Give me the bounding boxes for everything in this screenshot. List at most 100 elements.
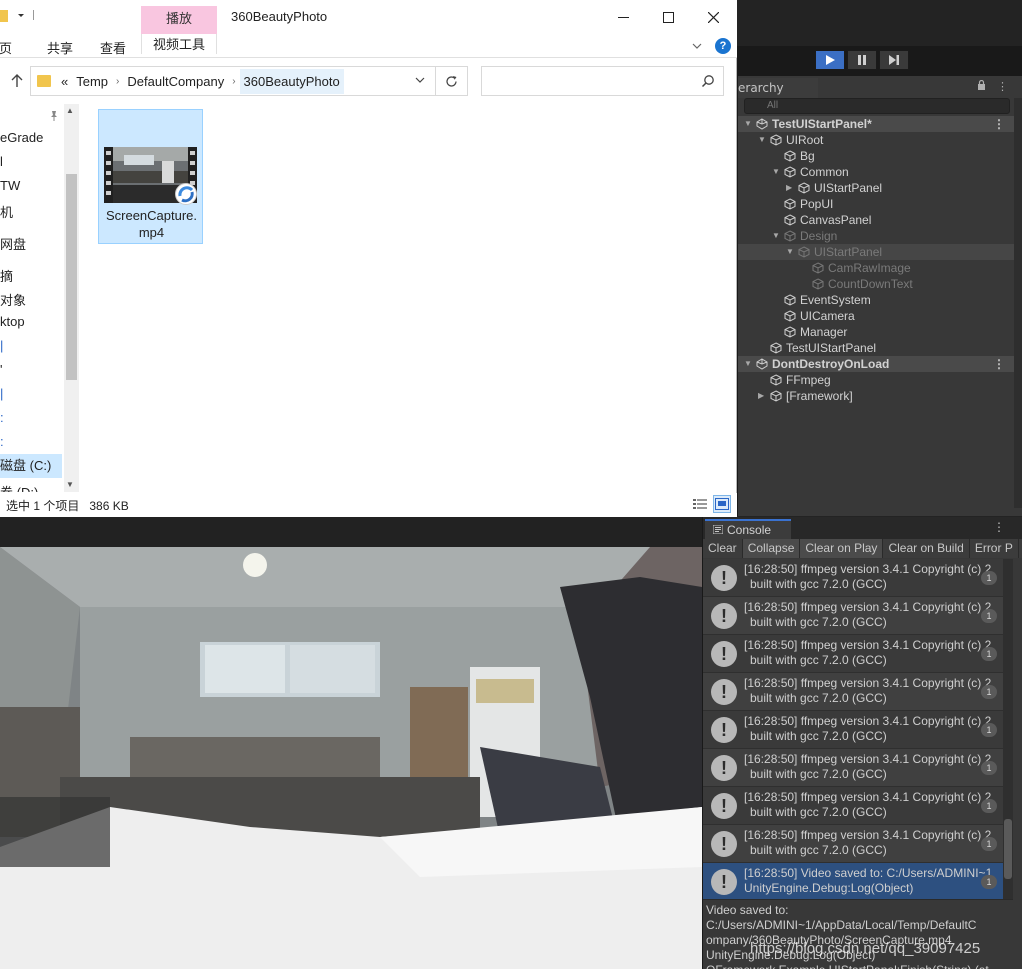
nav-item-objects[interactable]: 对象 [0, 290, 26, 309]
close-button[interactable] [690, 0, 736, 34]
nav-item-zhai[interactable]: 摘 [0, 266, 13, 285]
chevron-right-icon[interactable]: › [228, 76, 239, 87]
up-arrow-icon[interactable] [8, 72, 26, 90]
breadcrumb-360beautyphoto[interactable]: 360BeautyPhoto [239, 68, 344, 94]
breadcrumb-defaultcompany[interactable]: DefaultCompany [123, 74, 228, 89]
tab-home[interactable]: 主页 [0, 38, 13, 57]
console-menu-icon[interactable]: ⋮ [993, 520, 1005, 534]
large-icons-view-button[interactable] [713, 495, 731, 513]
scene-menu-icon[interactable]: ⋮ [993, 356, 1005, 372]
hierarchy-tab[interactable]: erarchy [738, 78, 818, 98]
console-tab[interactable]: Console [705, 519, 791, 539]
hierarchy-row[interactable]: FFmpeg [738, 372, 1022, 388]
hierarchy-row[interactable]: ▼ Design [738, 228, 1022, 244]
hierarchy-row[interactable]: ▶ UIStartPanel [738, 180, 1022, 196]
nav-item-l[interactable]: l [0, 154, 3, 169]
console-log-entry[interactable]: ! [16:28:50] Video saved to: C:/Users/ADM… [703, 863, 1003, 901]
expand-down-icon[interactable]: ▼ [744, 356, 752, 372]
hierarchy-row[interactable]: Bg [738, 148, 1022, 164]
expand-down-icon[interactable]: ▼ [744, 116, 752, 132]
minimize-button[interactable] [600, 0, 646, 34]
maximize-button[interactable] [645, 0, 691, 34]
console-scroll-thumb[interactable] [1004, 819, 1012, 879]
console-log-entry[interactable]: ! [16:28:50] ffmpeg version 3.4.1 Copyrig… [703, 597, 1003, 635]
hierarchy-row[interactable]: ▼ UIRoot [738, 132, 1022, 148]
pause-button[interactable] [847, 50, 877, 70]
hierarchy-row[interactable]: CountDownText [738, 276, 1022, 292]
expand-down-icon[interactable]: ▼ [786, 244, 794, 260]
navigation-scroll-thumb[interactable] [66, 174, 77, 380]
console-log-entry[interactable]: ! [16:28:50] ffmpeg version 3.4.1 Copyrig… [703, 559, 1003, 597]
expand-right-icon[interactable]: ▶ [786, 180, 792, 196]
chevron-down-icon[interactable] [691, 40, 703, 52]
console-scrollbar[interactable] [1003, 559, 1013, 899]
nav-item-drive-c[interactable]: 磁盘 (C:) [0, 454, 62, 478]
breadcrumb-overflow[interactable]: « [57, 74, 72, 89]
hierarchy-row[interactable]: ▼ UIStartPanel [738, 244, 1022, 260]
refresh-button[interactable] [436, 66, 468, 96]
expand-right-icon[interactable]: ▶ [758, 388, 764, 404]
chevron-right-icon[interactable]: › [112, 76, 123, 87]
hierarchy-row[interactable]: UICamera [738, 308, 1022, 324]
hierarchy-row[interactable]: ▼ TestUIStartPanel* ⋮ [738, 116, 1022, 132]
nav-item-egrade[interactable]: eGrade [0, 130, 43, 145]
scene-menu-icon[interactable]: ⋮ [993, 116, 1005, 132]
details-view-button[interactable] [691, 495, 709, 513]
console-collapse-toggle[interactable]: Collapse [742, 539, 801, 558]
help-icon[interactable]: ? [715, 38, 731, 54]
console-clear-on-build-toggle[interactable]: Clear on Build [883, 539, 970, 558]
console-log-entry[interactable]: ! [16:28:50] ffmpeg version 3.4.1 Copyrig… [703, 673, 1003, 711]
hierarchy-row[interactable]: ▼ Common [738, 164, 1022, 180]
address-bar[interactable]: « Temp › DefaultCompany › 360BeautyPhoto [30, 66, 436, 96]
console-clear-button[interactable]: Clear [703, 539, 743, 558]
tab-view[interactable]: 查看 [100, 38, 126, 57]
nav-item-link[interactable]: | [0, 338, 3, 353]
console-clear-on-play-toggle[interactable]: Clear on Play [800, 539, 884, 558]
console-log-entry[interactable]: ! [16:28:50] ffmpeg version 3.4.1 Copyrig… [703, 749, 1003, 787]
expand-down-icon[interactable]: ▼ [758, 132, 766, 148]
address-dropdown-icon[interactable] [415, 75, 425, 85]
console-error-pause-toggle[interactable]: Error P [970, 539, 1019, 558]
pin-icon[interactable] [48, 110, 60, 122]
nav-item-desktop[interactable]: ktop [0, 314, 25, 329]
hierarchy-row[interactable]: CamRawImage [738, 260, 1022, 276]
nav-item-tw[interactable]: TW [0, 178, 20, 193]
hierarchy-menu-icon[interactable]: ⋮ [997, 80, 1008, 93]
console-log-entry[interactable]: ! [16:28:50] ffmpeg version 3.4.1 Copyrig… [703, 635, 1003, 673]
hierarchy-row[interactable]: PopUI [738, 196, 1022, 212]
hierarchy-row[interactable]: CanvasPanel [738, 212, 1022, 228]
expand-down-icon[interactable]: ▼ [772, 228, 780, 244]
hierarchy-row[interactable]: EventSystem [738, 292, 1022, 308]
nav-item-computer[interactable]: 机 [0, 202, 13, 221]
qat-dropdown-icon[interactable] [14, 8, 28, 22]
play-button[interactable] [815, 50, 845, 70]
expand-down-icon[interactable]: ▼ [772, 164, 780, 180]
search-input[interactable] [488, 72, 698, 90]
search-box[interactable] [481, 66, 724, 96]
scroll-down-icon[interactable]: ▼ [66, 480, 74, 489]
hierarchy-row[interactable]: TestUIStartPanel [738, 340, 1022, 356]
navigation-scrollbar[interactable]: ▲ ▼ [64, 104, 79, 492]
nav-item-link[interactable]: : [0, 434, 4, 449]
breadcrumb-temp[interactable]: Temp [72, 74, 112, 89]
hierarchy-row[interactable]: ▼ DontDestroyOnLoad ⋮ [738, 356, 1022, 372]
tab-share[interactable]: 共享 [47, 38, 73, 57]
hierarchy-row[interactable]: Manager [738, 324, 1022, 340]
nav-item-drive-d[interactable]: 卷 (D:) [0, 482, 38, 492]
nav-item-link[interactable]: | [0, 386, 3, 401]
tab-video-tools[interactable]: 视频工具 [141, 34, 217, 54]
file-item-screencapture[interactable]: ScreenCapture. mp4 [98, 109, 203, 244]
hierarchy-row[interactable]: ▶ [Framework] [738, 388, 1022, 404]
nav-item-netdisk[interactable]: 网盘 [0, 234, 26, 253]
console-log-entry[interactable]: ! [16:28:50] ffmpeg version 3.4.1 Copyrig… [703, 711, 1003, 749]
step-button[interactable] [879, 50, 909, 70]
console-log-entry[interactable]: ! [16:28:50] ffmpeg version 3.4.1 Copyrig… [703, 787, 1003, 825]
scroll-up-icon[interactable]: ▲ [66, 106, 74, 115]
nav-item-link[interactable]: ' [0, 362, 2, 377]
hierarchy-search-input[interactable]: All [744, 98, 1010, 114]
lock-icon[interactable] [977, 79, 986, 90]
hierarchy-scrollbar[interactable] [1014, 98, 1022, 508]
context-tab-play[interactable]: 播放 [141, 6, 217, 34]
console-log-entry[interactable]: ! [16:28:50] ffmpeg version 3.4.1 Copyrig… [703, 825, 1003, 863]
nav-item-link[interactable]: : [0, 410, 4, 425]
